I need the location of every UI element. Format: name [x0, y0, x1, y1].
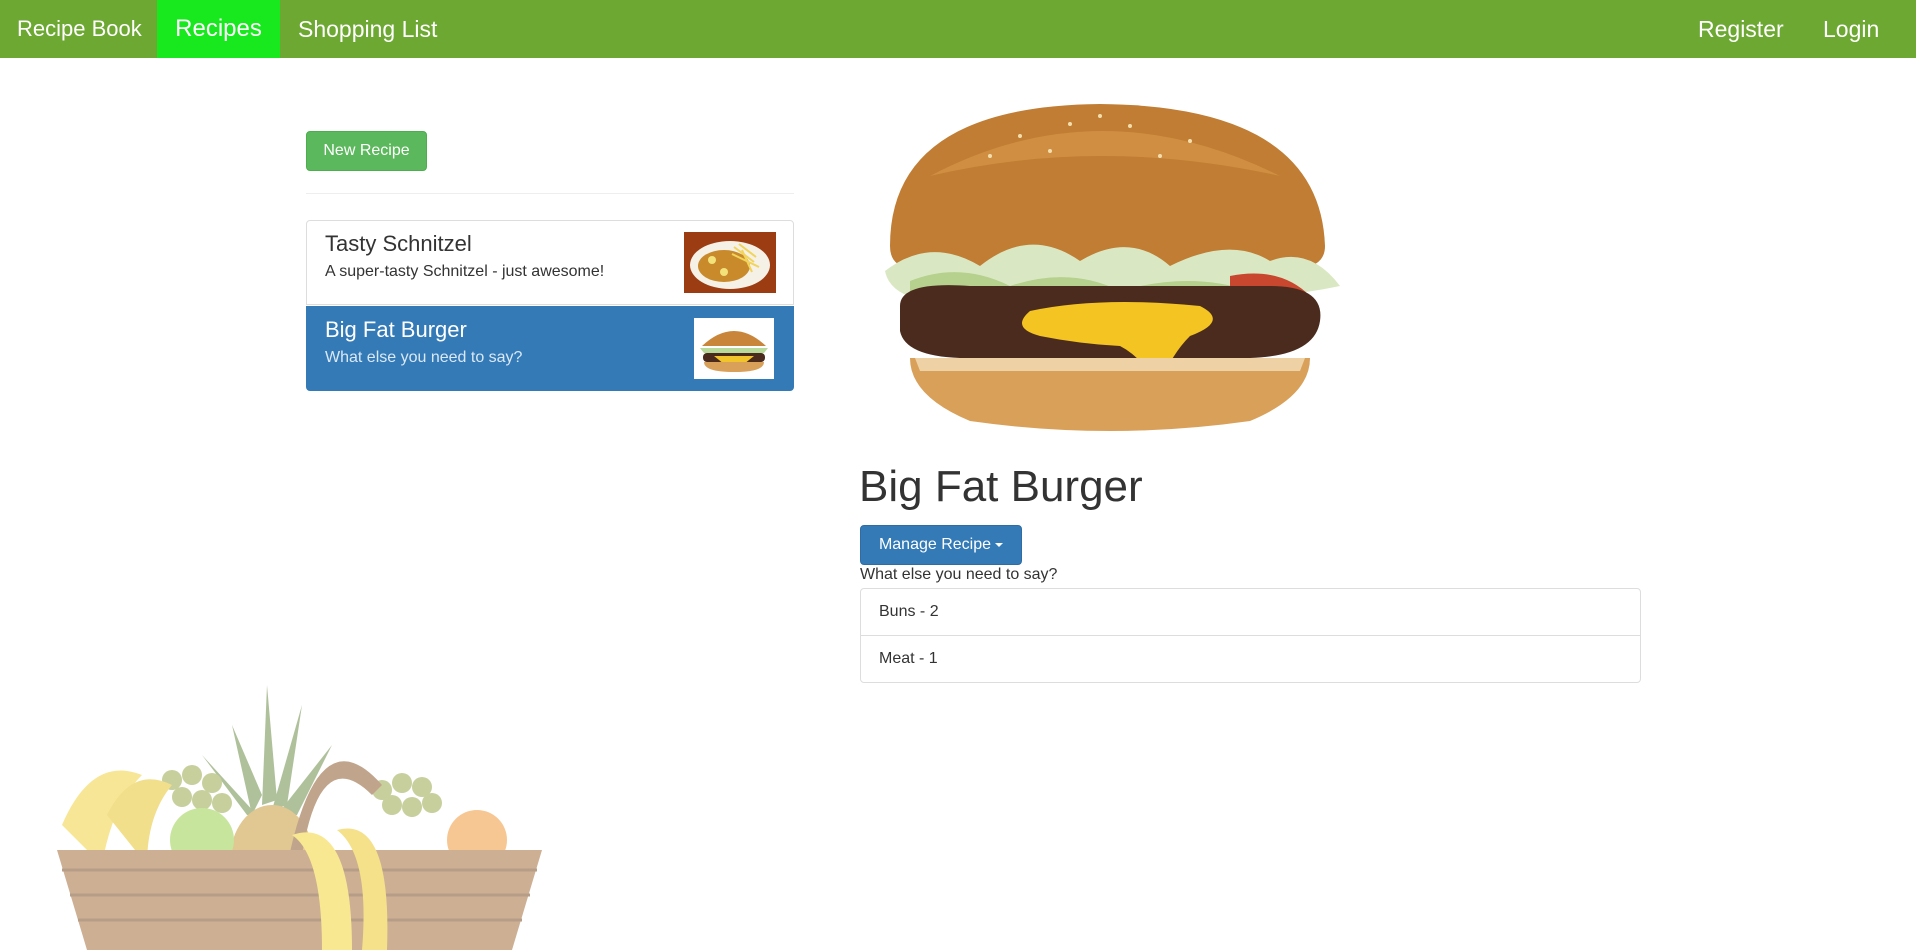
- navbar: Recipe Book Recipes Shopping List Regist…: [0, 0, 1916, 58]
- nav-recipes[interactable]: Recipes: [157, 0, 280, 58]
- recipe-title: Big Fat Burger: [859, 462, 1143, 511]
- nav-shopping-list[interactable]: Shopping List: [298, 0, 437, 58]
- new-recipe-button[interactable]: New Recipe: [306, 131, 427, 171]
- caret-down-icon: [995, 542, 1004, 547]
- schnitzel-image: [684, 232, 776, 293]
- recipe-description: What else you need to say?: [325, 349, 523, 366]
- manage-recipe-button[interactable]: Manage Recipe: [860, 525, 1022, 565]
- manage-recipe-label: Manage Recipe: [878, 536, 992, 553]
- recipe-detail-description: What else you need to say?: [860, 566, 1058, 583]
- ingredient-item[interactable]: Meat - 1: [860, 635, 1641, 683]
- recipe-name: Tasty Schnitzel: [325, 231, 472, 256]
- nav-register[interactable]: Register: [1698, 0, 1784, 58]
- recipe-description: A super-tasty Schnitzel - just awesome!: [325, 263, 605, 280]
- recipe-list-item-active[interactable]: Big Fat Burger What else you need to say…: [306, 306, 794, 391]
- burger-image: [694, 318, 774, 379]
- burger-image: [885, 104, 1340, 431]
- ingredient-item[interactable]: Buns - 2: [860, 588, 1641, 636]
- fruit-basket-image: [57, 685, 542, 950]
- divider: [306, 193, 794, 194]
- recipe-name: Big Fat Burger: [325, 317, 467, 342]
- ingredient-list: Buns - 2 Meat - 1: [860, 588, 1641, 683]
- recipe-list-item[interactable]: Tasty Schnitzel A super-tasty Schnitzel …: [306, 220, 794, 305]
- nav-login[interactable]: Login: [1823, 0, 1879, 58]
- brand-link[interactable]: Recipe Book: [17, 0, 142, 58]
